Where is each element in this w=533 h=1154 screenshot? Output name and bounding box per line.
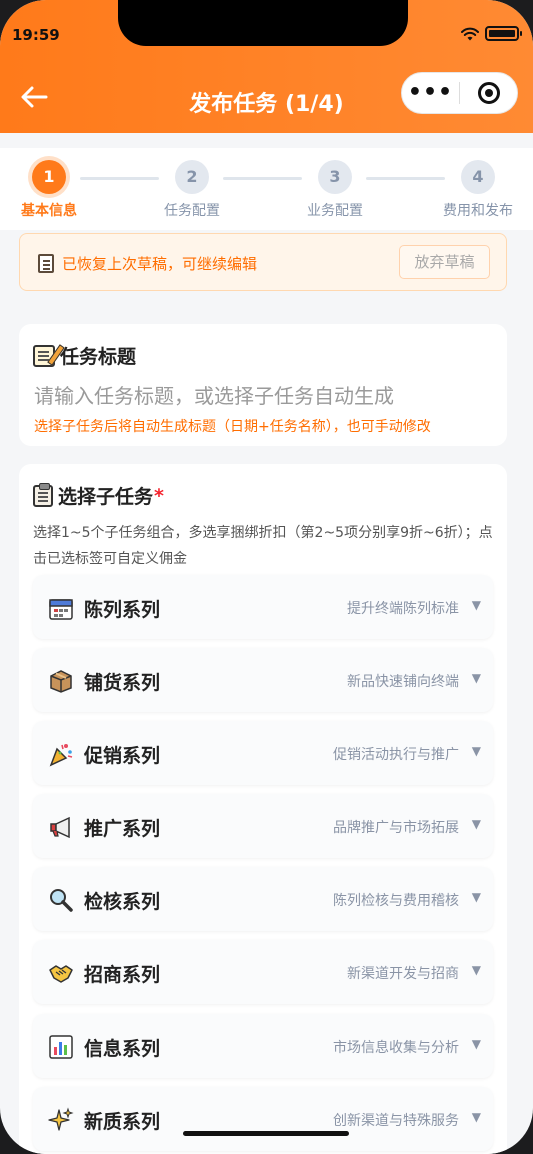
subtask-item-distribution[interactable]: 铺货系列 新品快速铺向终端 ▼: [33, 648, 493, 712]
clipboard-icon: [33, 482, 53, 507]
task-title-card: 任务标题 请输入任务标题，或选择子任务自动生成 选择子任务后将自动生成标题（日期…: [19, 324, 507, 446]
step-number: 3: [318, 160, 352, 194]
subtask-name: 铺货系列: [84, 672, 161, 694]
subtask-desc: 品牌推广与市场拓展: [333, 820, 459, 836]
subtask-item-information[interactable]: 信息系列 市场信息收集与分析 ▼: [33, 1014, 493, 1078]
step-number: 1: [32, 160, 66, 194]
subtask-card: 选择子任务 * 选择1~5个子任务组合，多选享捆绑折扣（第2~5项分别享9折~6…: [19, 464, 507, 1154]
subtask-description: 选择1~5个子任务组合，多选享捆绑折扣（第2~5项分别享9折~6折）；点击已选标…: [33, 525, 493, 567]
subtask-desc: 市场信息收集与分析: [333, 1040, 459, 1056]
discard-draft-button[interactable]: 放弃草稿: [399, 245, 490, 279]
subtask-item-inspection[interactable]: 检核系列 陈列检核与费用稽核 ▼: [33, 867, 493, 931]
required-mark: *: [154, 484, 164, 507]
subtask-desc: 新品快速铺向终端: [347, 674, 459, 690]
target-icon: [477, 82, 500, 104]
step-label: 费用和发布: [443, 203, 513, 219]
subtask-name: 检核系列: [84, 891, 161, 913]
chevron-down-icon: ▼: [471, 671, 481, 685]
party-popper-icon: [47, 740, 74, 767]
subtask-heading: 选择子任务 *: [33, 482, 164, 509]
subtask-desc: 新渠道开发与招商: [347, 966, 459, 982]
task-title-label: 任务标题: [60, 346, 137, 368]
device-notch: [118, 0, 408, 46]
bar-chart-icon: [47, 1033, 74, 1060]
megaphone-icon: [47, 813, 74, 840]
draft-restored-banner: 已恢复上次草稿，可继续编辑 放弃草稿: [19, 233, 507, 291]
subtask-name: 推广系列: [84, 818, 161, 840]
battery-icon: [485, 26, 522, 41]
chevron-down-icon: ▼: [471, 1110, 481, 1124]
chevron-down-icon: ▼: [471, 817, 481, 831]
subtask-name: 陈列系列: [84, 599, 161, 621]
step-3: 3 业务配置: [285, 160, 385, 220]
magnifier-icon: [47, 886, 74, 913]
phone-screen: 19:59 发布任务 (1/4) ••• 1 基本信息 2 任务配置 3 业务配…: [0, 0, 533, 1154]
subtask-name: 新质系列: [84, 1111, 161, 1133]
status-time: 19:59: [12, 26, 60, 44]
subtask-item-marketing[interactable]: 推广系列 品牌推广与市场拓展 ▼: [33, 794, 493, 858]
home-indicator: [183, 1131, 349, 1136]
subtask-name: 招商系列: [84, 964, 161, 986]
chevron-down-icon: ▼: [471, 598, 481, 612]
subtask-item-display[interactable]: 陈列系列 提升终端陈列标准 ▼: [33, 575, 493, 639]
step-2: 2 任务配置: [142, 160, 242, 220]
step-number: 4: [461, 160, 495, 194]
step-4: 4 费用和发布: [428, 160, 528, 220]
subtask-item-promotion[interactable]: 促销系列 促销活动执行与推广 ▼: [33, 721, 493, 785]
step-label: 任务配置: [164, 203, 220, 219]
subtask-desc: 陈列检核与费用稽核: [333, 893, 459, 909]
wifi-icon: [461, 27, 479, 40]
step-label: 基本信息: [21, 203, 77, 219]
subtask-desc: 促销活动执行与推广: [333, 747, 459, 763]
handshake-icon: [47, 959, 74, 986]
sparkles-icon: [47, 1106, 74, 1133]
memo-icon: [33, 344, 55, 367]
subtask-item-new-quality[interactable]: 新质系列 创新渠道与特殊服务 ▼: [33, 1087, 493, 1151]
nav-header: 19:59 发布任务 (1/4) •••: [0, 0, 533, 133]
step-progress: 1 基本信息 2 任务配置 3 业务配置 4 费用和发布: [0, 148, 533, 230]
chevron-down-icon: ▼: [471, 744, 481, 758]
step-label: 业务配置: [307, 203, 363, 219]
task-title-heading: 任务标题: [33, 342, 136, 369]
more-dots-button[interactable]: •••: [402, 72, 459, 114]
subtask-name: 促销系列: [84, 745, 161, 767]
close-target-button[interactable]: [460, 82, 517, 104]
mini-program-capsule: •••: [401, 72, 518, 114]
chevron-down-icon: ▼: [471, 963, 481, 977]
clipboard-icon: [38, 254, 54, 273]
calendar-icon: [47, 594, 74, 621]
task-title-hint: 选择子任务后将自动生成标题（日期+任务名称），也可手动修改: [34, 419, 431, 435]
chevron-down-icon: ▼: [471, 1037, 481, 1051]
step-1: 1 基本信息: [0, 160, 99, 220]
draft-restored-text: 已恢复上次草稿，可继续编辑: [62, 255, 258, 273]
package-icon: [47, 667, 74, 694]
subtask-desc: 创新渠道与特殊服务: [333, 1113, 459, 1129]
chevron-down-icon: ▼: [471, 890, 481, 904]
subtask-desc: 提升终端陈列标准: [347, 601, 459, 617]
subtask-item-investment[interactable]: 招商系列 新渠道开发与招商 ▼: [33, 940, 493, 1004]
task-title-input[interactable]: 请输入任务标题，或选择子任务自动生成: [34, 380, 394, 409]
step-number: 2: [175, 160, 209, 194]
status-icons: [461, 26, 522, 41]
subtask-name: 信息系列: [84, 1038, 161, 1060]
subtask-label: 选择子任务: [58, 486, 154, 508]
